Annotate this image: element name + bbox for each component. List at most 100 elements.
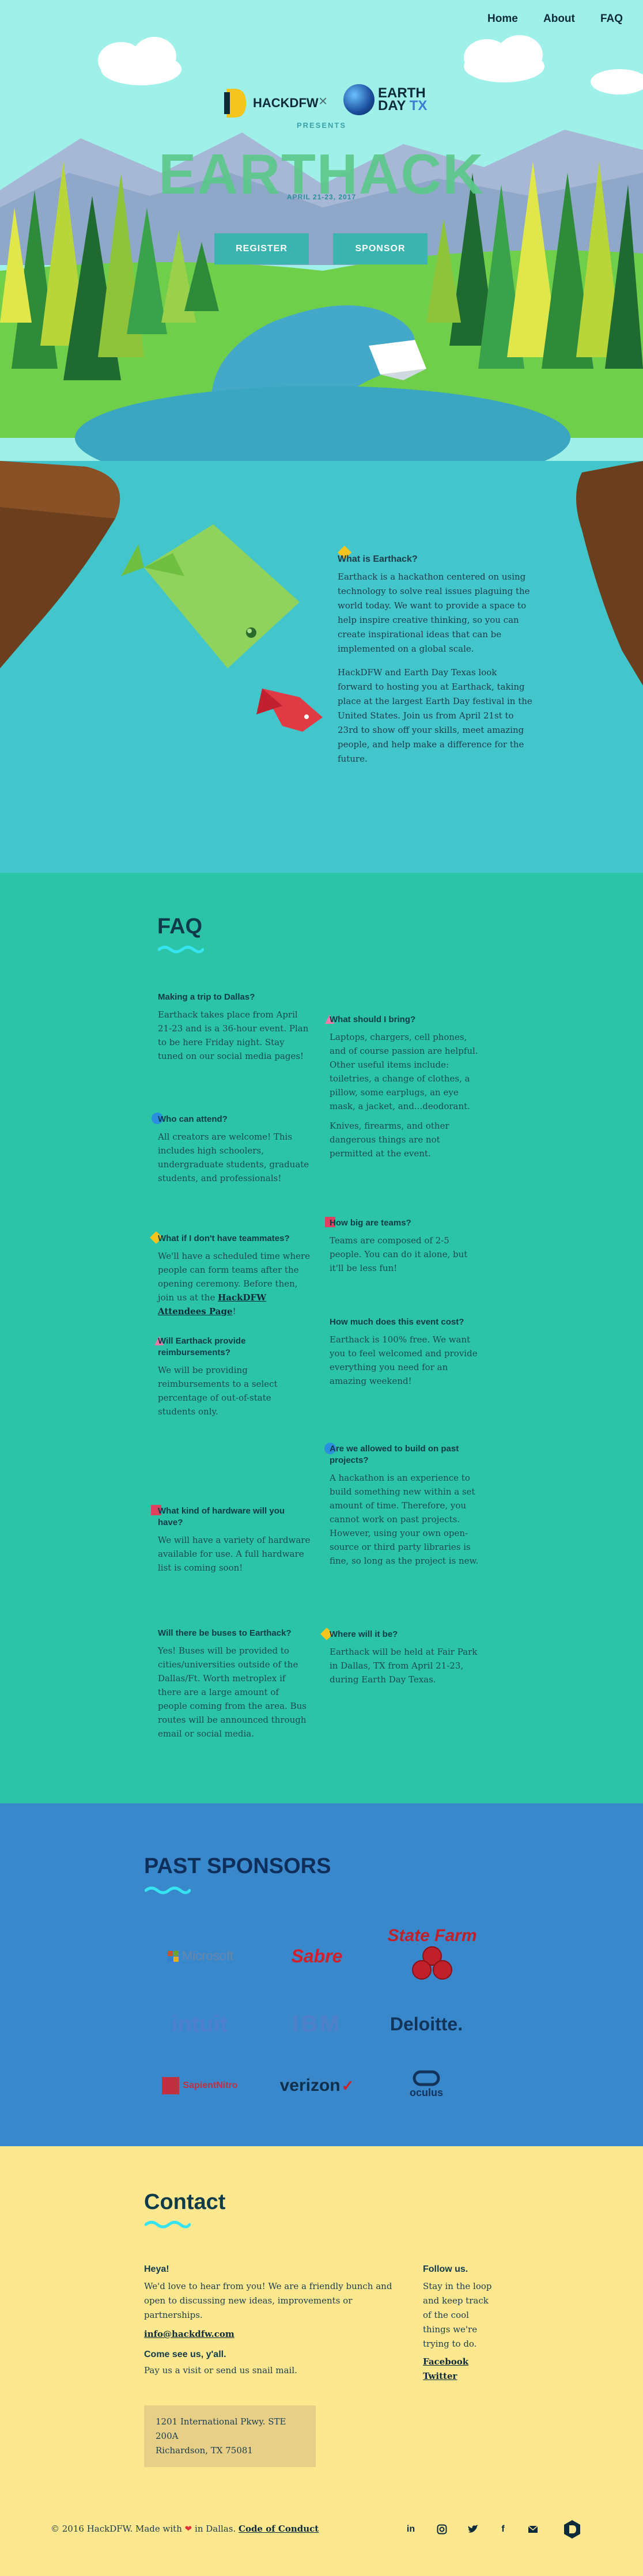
faq-answer: Earthack takes place from April 21-23 an…: [158, 1009, 309, 1061]
faq-item: Who can attend? All creators are welcome…: [158, 1114, 311, 1191]
about-paragraph-2: HackDFW and Earth Day Texas look forward…: [338, 667, 532, 764]
faq-question: Are we allowed to build on past projects…: [330, 1444, 459, 1465]
hackdfw-logo[interactable]: HACKDFW: [222, 86, 319, 120]
statefarm-rings-icon: [412, 1946, 452, 1980]
faq-question: How big are teams?: [330, 1218, 411, 1228]
top-nav: Home About FAQ: [0, 0, 643, 40]
earthday-logo-tx: TX: [409, 98, 428, 114]
faq-item: What kind of hardware will you have? We …: [158, 1505, 311, 1580]
sponsor-logo-sapientnitro[interactable]: SapientNitro: [151, 2074, 249, 2097]
faq-title: FAQ: [157, 914, 203, 939]
sponsor-logo-oculus[interactable]: oculus: [392, 2066, 461, 2102]
about-heading: What is Earthack?: [338, 554, 418, 564]
hero-section: HACKDFW × EARTH DAY TX PRESENTS EARTHACK…: [0, 0, 643, 873]
faq-item: What if I don't have teammates? We'll ha…: [158, 1233, 311, 1324]
faq-question: What should I bring?: [330, 1015, 416, 1024]
sapient-icon: [162, 2077, 180, 2094]
faq-question: Making a trip to Dallas?: [158, 992, 255, 1002]
faq-answer: We'll have a scheduled time where people…: [158, 1251, 311, 1317]
contact-section: Contact Heya! We'd love to hear from you…: [0, 2146, 643, 2576]
code-of-conduct-link[interactable]: Code of Conduct: [239, 2524, 319, 2534]
faq-question: What if I don't have teammates?: [158, 1234, 290, 1243]
faq-question: What kind of hardware will you have?: [158, 1506, 285, 1527]
faq-question: How much does this event cost?: [330, 1317, 464, 1327]
linkedin-icon[interactable]: in: [403, 2522, 418, 2537]
faq-answer: Earthack is 100% free. We want you to fe…: [330, 1334, 478, 1386]
follow-text: Stay in the loop and keep track of the c…: [423, 2281, 492, 2349]
follow-heading: Follow us.: [423, 2264, 468, 2274]
sponsor-logo-statefarm[interactable]: State Farm: [377, 1921, 487, 1985]
address-line-2: Richardson, TX 75081: [156, 2445, 253, 2456]
faq-answer: A hackathon is an experience to build so…: [330, 1473, 479, 1566]
contact-email-link[interactable]: info@hackdfw.com: [144, 2329, 234, 2339]
faq-item: Will there be buses to Earthack? Yes! Bu…: [158, 1628, 311, 1746]
contact-title: Contact: [144, 2190, 226, 2214]
faq-answer: All creators are welcome! This includes …: [158, 1132, 309, 1183]
faq-question: Will there be buses to Earthack?: [158, 1628, 292, 1638]
sponsor-logo-sabre[interactable]: Sabre: [271, 1943, 363, 1969]
sponsor-logo-ibm[interactable]: IBM: [271, 2010, 363, 2038]
faq-question: Will Earthack provide reimbursements?: [158, 1336, 246, 1357]
twitter-icon[interactable]: [466, 2522, 481, 2537]
faq-answer: Knives, firearms, and other dangerous th…: [330, 1121, 449, 1159]
twitter-link[interactable]: Twitter: [423, 2371, 457, 2381]
earthday-texas-logo[interactable]: EARTH DAY TX: [343, 84, 427, 115]
sponsors-squiggle: [145, 1886, 191, 1894]
event-date: APRIL 21-23, 2017: [286, 193, 357, 201]
verizon-check-icon: ✓: [341, 2076, 354, 2094]
faq-answer: Laptops, chargers, cell phones, and of c…: [330, 1032, 478, 1111]
faq-answer: Earthack will be held at Fair Park in Da…: [330, 1647, 478, 1685]
faq-answer: Teams are composed of 2-5 people. You ca…: [330, 1235, 468, 1273]
address-line-1: 1201 International Pkwy. STE 200A: [156, 2416, 286, 2441]
address-box: 1201 International Pkwy. STE 200A Richar…: [144, 2405, 316, 2467]
oculus-icon: [413, 2070, 440, 2086]
contact-squiggle: [145, 2221, 191, 2229]
contact-info: Heya! We'd love to hear from you! We are…: [144, 2264, 403, 2378]
faq-answer: Yes! Buses will be provided to cities/un…: [158, 1646, 307, 1739]
register-button[interactable]: REGISTER: [214, 233, 309, 264]
about-section: What is Earthack? Earthack is a hackatho…: [338, 552, 534, 776]
faq-answer: We will have a variety of hardware avail…: [158, 1535, 311, 1573]
faq-item: What should I bring? Laptops, chargers, …: [330, 1014, 482, 1166]
about-paragraph-1: Earthack is a hackathon centered on usin…: [338, 572, 530, 654]
sponsors-title: PAST SPONSORS: [144, 1854, 331, 1878]
earthday-logo-line2: DAY: [378, 98, 406, 114]
faq-item: Are we allowed to build on past projects…: [330, 1443, 482, 1573]
nav-about-link[interactable]: About: [543, 13, 575, 25]
facebook-link[interactable]: Facebook: [423, 2356, 468, 2367]
visit-text: Pay us a visit or send us snail mail.: [144, 2365, 297, 2375]
sponsor-button[interactable]: SPONSOR: [333, 233, 428, 264]
email-icon[interactable]: [525, 2522, 540, 2537]
faq-item: How much does this event cost? Earthack …: [330, 1317, 482, 1394]
faq-answer: We will be providing reimbursements to a…: [158, 1365, 278, 1417]
hackdfw-logo-text: HACKDFW: [253, 96, 319, 110]
footer-copyright: © 2016 HackDFW. Made with ❤ in Dallas. C…: [51, 2524, 319, 2534]
sponsor-logo-verizon[interactable]: verizon ✓: [271, 2073, 363, 2098]
faq-item: Making a trip to Dallas? Earthack takes …: [158, 992, 311, 1069]
sponsor-logo-deloitte[interactable]: Deloitte.: [380, 2011, 472, 2037]
landscape-illustration: [0, 0, 643, 873]
contact-intro: We'd love to hear from you! We are a fri…: [144, 2281, 392, 2320]
sponsor-logo-microsoft[interactable]: Microsoft: [154, 1945, 247, 1968]
presents-label: PRESENTS: [296, 121, 347, 130]
faq-squiggle: [158, 945, 204, 954]
faq-item: How big are teams? Teams are composed of…: [330, 1217, 482, 1281]
come-see-heading: Come see us, y'all.: [144, 2350, 226, 2359]
logo-separator: ×: [319, 92, 328, 109]
globe-icon: [343, 84, 375, 115]
faq-item: Will Earthack provide reimbursements? We…: [158, 1336, 311, 1424]
follow-us: Follow us. Stay in the loop and keep tra…: [423, 2264, 498, 2384]
sponsors-section: PAST SPONSORS Microsoft Sabre State Farm…: [0, 1803, 643, 2146]
microsoft-icon: [167, 1950, 179, 1962]
instagram-icon[interactable]: [434, 2522, 449, 2537]
nav-home-link[interactable]: Home: [487, 13, 518, 25]
heya-heading: Heya!: [144, 2264, 169, 2274]
sponsor-logo-intuit[interactable]: intuit: [153, 2010, 245, 2038]
hackdfw-icon[interactable]: [563, 2520, 581, 2539]
faq-question: Who can attend?: [158, 1114, 228, 1124]
heart-icon: ❤: [184, 2524, 192, 2534]
faq-question: Where will it be?: [330, 1629, 398, 1639]
hackdfw-mark-icon: [222, 86, 248, 120]
nav-faq-link[interactable]: FAQ: [600, 13, 623, 25]
facebook-icon[interactable]: f: [496, 2522, 510, 2537]
